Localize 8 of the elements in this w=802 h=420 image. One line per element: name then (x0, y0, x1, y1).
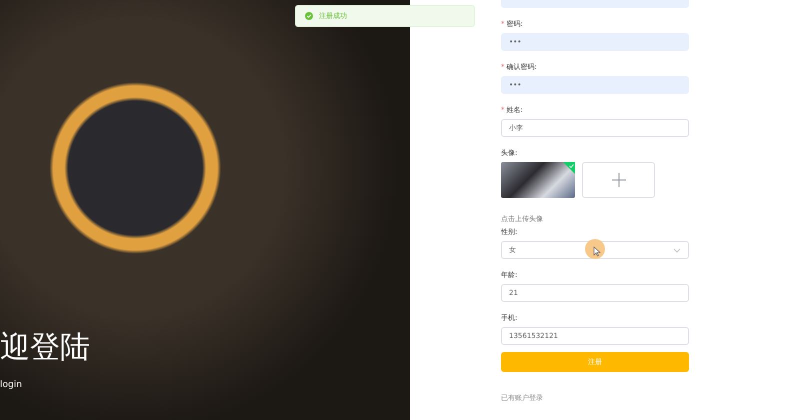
welcome-title: 迎登陆 (0, 330, 90, 366)
check-badge-icon (563, 162, 575, 174)
chevron-down-icon (673, 248, 681, 252)
plus-icon (612, 173, 626, 187)
welcome-subtitle: login (0, 380, 22, 390)
check-circle-icon (305, 12, 313, 20)
cursor-highlight-icon (585, 239, 605, 259)
upload-button[interactable] (582, 162, 655, 198)
